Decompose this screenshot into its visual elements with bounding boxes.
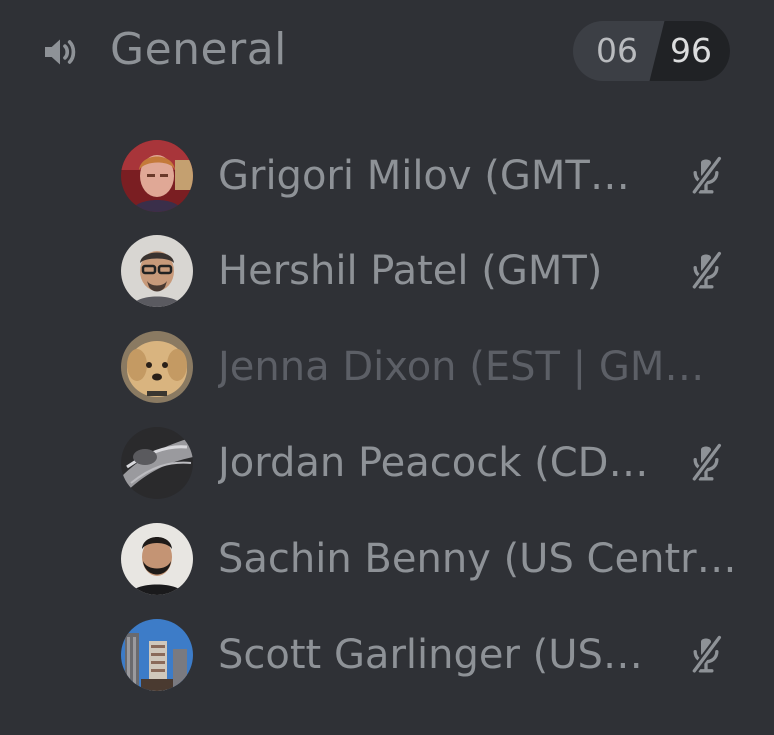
muted-microphone-icon xyxy=(690,633,724,675)
avatar[interactable] xyxy=(121,331,193,403)
user-limit-counter: 06 96 xyxy=(573,21,730,81)
voice-channel-header[interactable]: General 06 96 xyxy=(0,0,774,100)
voice-channel-panel: General 06 96 Grigori Milov (GMT… Hershi… xyxy=(0,0,774,735)
channel-name: General xyxy=(110,24,287,75)
muted-microphone-icon xyxy=(690,249,724,291)
voice-user[interactable]: Jenna Dixon (EST | GM… xyxy=(0,319,774,415)
muted-microphone-icon xyxy=(690,441,724,483)
avatar[interactable] xyxy=(121,140,193,212)
user-name: Sachin Benny (US Centr… xyxy=(218,536,737,582)
user-name: Scott Garlinger (US… xyxy=(218,632,643,678)
user-name: Jenna Dixon (EST | GM… xyxy=(218,344,705,390)
user-limit: 96 xyxy=(670,31,712,70)
voice-user[interactable]: Hershil Patel (GMT) xyxy=(0,223,774,319)
user-name: Jordan Peacock (CD… xyxy=(218,440,649,486)
avatar[interactable] xyxy=(121,427,193,499)
user-name: Grigori Milov (GMT… xyxy=(218,153,630,199)
user-count: 06 xyxy=(596,31,638,70)
voice-user[interactable]: Scott Garlinger (US… xyxy=(0,607,774,703)
avatar[interactable] xyxy=(121,523,193,595)
speaker-icon xyxy=(45,39,76,65)
user-name: Hershil Patel (GMT) xyxy=(218,248,603,294)
voice-user[interactable]: Jordan Peacock (CD… xyxy=(0,415,774,511)
avatar[interactable] xyxy=(121,235,193,307)
muted-microphone-icon xyxy=(690,154,724,196)
voice-user[interactable]: Grigori Milov (GMT… xyxy=(0,128,774,224)
avatar[interactable] xyxy=(121,619,193,691)
voice-user[interactable]: Sachin Benny (US Centr… xyxy=(0,511,774,607)
